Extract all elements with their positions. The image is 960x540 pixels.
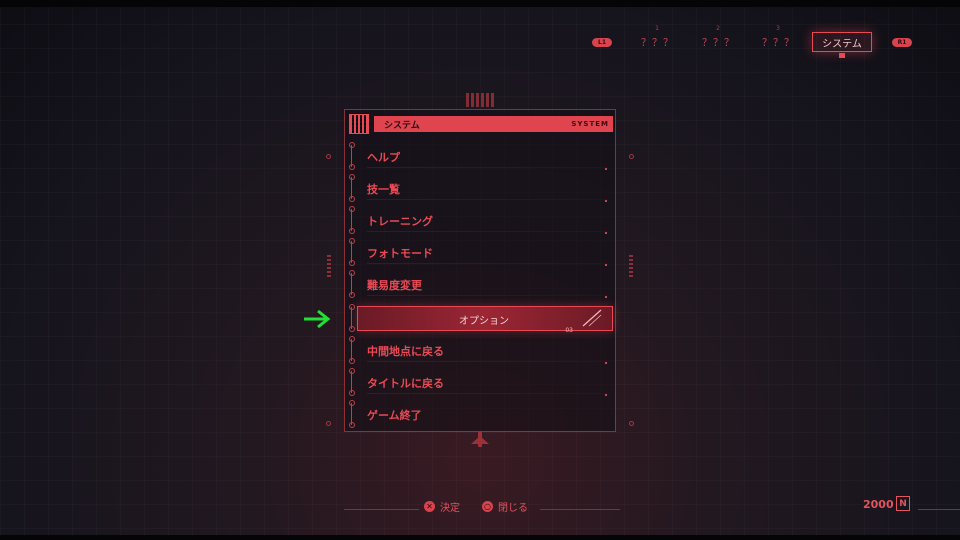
menu-item-label: フォトモード <box>367 247 433 260</box>
menu-item-label: 中間地点に戻る <box>367 345 444 358</box>
tab-number: 2 <box>716 25 721 32</box>
menu-item-label: トレーニング <box>367 215 433 228</box>
menu-item-training[interactable]: トレーニング <box>349 206 611 234</box>
tab-unknown-3[interactable]: 3 ？？？ <box>762 25 795 49</box>
green-arrow-icon <box>304 309 331 329</box>
system-menu-panel: システム SYSTEM ヘルプ 技一覧 トレーニング フォトモード 難易度変更 … <box>344 109 616 432</box>
deco-dot <box>629 154 634 159</box>
tab-number: 1 <box>655 25 660 32</box>
bracket-icon <box>349 206 357 234</box>
divider <box>367 393 607 394</box>
right-side-ornament <box>629 255 633 277</box>
row-dot <box>605 362 607 364</box>
row-dot <box>605 200 607 202</box>
bracket-icon <box>349 400 357 428</box>
tab-label: ？？？ <box>702 38 735 49</box>
menu-item-checkpoint[interactable]: 中間地点に戻る <box>349 336 611 364</box>
deco-dot <box>326 154 331 159</box>
deco-dot <box>326 421 331 426</box>
footer-line-far-right <box>918 509 960 510</box>
divider <box>367 199 607 200</box>
bracket-icon <box>349 368 357 396</box>
qr-emblem-icon <box>349 114 369 134</box>
bottom-letterbox <box>0 535 960 540</box>
footer-line-left <box>344 509 419 510</box>
menu-item-move-list[interactable]: 技一覧 <box>349 174 611 202</box>
confirm-button[interactable]: ✕ 決定 <box>424 499 460 514</box>
tab-system[interactable]: システム <box>812 32 872 58</box>
tab-sub-marker <box>839 53 845 58</box>
tab-label: ？？？ <box>762 38 795 49</box>
divider <box>367 295 607 296</box>
close-label: 閉じる <box>498 503 528 514</box>
l1-button-icon[interactable]: L1 <box>592 38 612 47</box>
bracket-icon <box>349 270 357 298</box>
slash-ornament-icon <box>582 309 602 327</box>
r1-button-icon[interactable]: R1 <box>892 38 912 47</box>
menu-title-bar: システム SYSTEM <box>374 116 613 132</box>
menu-item-difficulty[interactable]: 難易度変更 <box>349 270 611 298</box>
menu-header: システム SYSTEM <box>349 114 613 134</box>
bracket-icon <box>349 174 357 202</box>
bracket-icon <box>349 238 357 266</box>
tab-unknown-1[interactable]: 1 ？？？ <box>641 25 674 49</box>
bracket-icon <box>349 142 357 170</box>
menu-item-label: 難易度変更 <box>367 279 422 292</box>
row-dot <box>605 232 607 234</box>
cross-button-icon: ✕ <box>424 501 435 512</box>
tab-unknown-2[interactable]: 2 ？？？ <box>702 25 735 49</box>
menu-item-label: 技一覧 <box>367 183 400 196</box>
deco-dot <box>629 421 634 426</box>
row-dot <box>605 264 607 266</box>
bracket-icon <box>349 336 357 364</box>
menu-item-photo-mode[interactable]: フォトモード <box>349 238 611 266</box>
menu-item-help[interactable]: ヘルプ <box>349 142 611 170</box>
divider <box>367 361 607 362</box>
divider <box>367 263 607 264</box>
close-button[interactable]: ○ 閉じる <box>482 499 528 514</box>
menu-item-options[interactable]: オプション 03 <box>349 304 613 334</box>
currency-icon: N <box>896 496 910 511</box>
menu-item-label: ゲーム終了 <box>367 409 422 422</box>
selection-tag: 03 <box>565 327 573 334</box>
tab-number: 3 <box>776 25 781 32</box>
row-dot <box>605 168 607 170</box>
menu-code: SYSTEM <box>571 120 609 128</box>
currency-amount: 2000 <box>863 498 894 511</box>
menu-item-label: ヘルプ <box>367 151 400 164</box>
menu-item-title[interactable]: タイトルに戻る <box>349 368 611 396</box>
menu-title: システム <box>384 120 420 131</box>
menu-item-label: オプション <box>459 316 509 327</box>
divider <box>367 167 607 168</box>
menu-item-label: タイトルに戻る <box>367 377 444 390</box>
divider <box>367 231 607 232</box>
left-side-ornament <box>327 255 331 277</box>
menu-item-quit[interactable]: ゲーム終了 <box>349 400 611 428</box>
tab-label: システム <box>822 38 862 50</box>
row-dot <box>605 296 607 298</box>
row-dot <box>605 394 607 396</box>
panel-bottom-triangle <box>471 436 489 444</box>
circle-button-icon: ○ <box>482 501 493 512</box>
confirm-label: 決定 <box>440 503 460 514</box>
panel-top-ornament <box>466 93 494 107</box>
footer-line-right <box>540 509 620 510</box>
tab-label: ？？？ <box>641 38 674 49</box>
top-letterbox <box>0 0 960 7</box>
